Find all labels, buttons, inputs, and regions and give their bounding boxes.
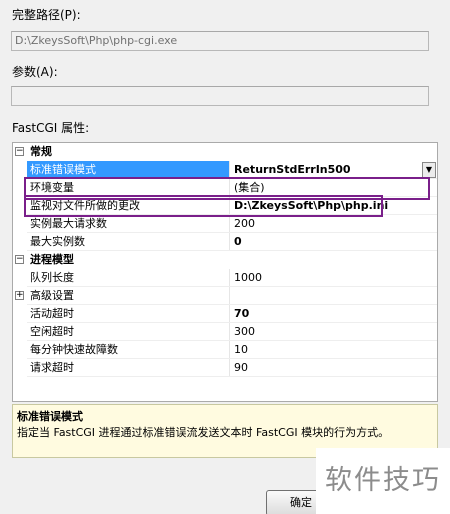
property-row[interactable]: 请求超时 90: [13, 359, 437, 377]
highlight-monitor-changes: [24, 195, 383, 217]
property-row[interactable]: 队列长度 1000: [13, 269, 437, 287]
full-path-label: 完整路径(P):: [12, 8, 81, 22]
property-value[interactable]: 10: [230, 341, 437, 359]
property-value[interactable]: 70: [230, 305, 437, 323]
property-row[interactable]: 最大实例数 0: [13, 233, 437, 251]
property-value[interactable]: [230, 287, 437, 305]
category-general[interactable]: − 常规: [13, 143, 437, 161]
property-value[interactable]: 200: [230, 215, 437, 233]
property-value[interactable]: 300: [230, 323, 437, 341]
property-row[interactable]: 空闲超时 300: [13, 323, 437, 341]
property-name: 空闲超时: [30, 325, 74, 338]
dropdown-arrow-icon[interactable]: ▼: [422, 162, 436, 178]
property-name: 请求超时: [30, 361, 74, 374]
property-row[interactable]: 活动超时 70: [13, 305, 437, 323]
fastcgi-properties-label: FastCGI 属性:: [12, 121, 90, 135]
category-label: 进程模型: [30, 253, 74, 266]
property-name: 活动超时: [30, 307, 74, 320]
property-name: 高级设置: [30, 289, 74, 302]
arguments-field[interactable]: [11, 86, 429, 106]
property-name: 队列长度: [30, 271, 74, 284]
description-title: 标准错误模式: [17, 410, 83, 423]
category-label: 常规: [30, 145, 52, 158]
property-name: 每分钟快速故障数: [30, 343, 118, 356]
property-row[interactable]: 每分钟快速故障数 10: [13, 341, 437, 359]
description-text: 指定当 FastCGI 进程通过标准错误流发送文本时 FastCGI 模块的行为…: [17, 426, 390, 439]
property-name: 实例最大请求数: [30, 217, 107, 230]
arguments-label: 参数(A):: [12, 65, 58, 79]
watermark-text: 软件技巧: [316, 448, 450, 514]
category-process-model[interactable]: − 进程模型: [13, 251, 437, 269]
property-name: 最大实例数: [30, 235, 85, 248]
property-row-advanced[interactable]: + 高级设置: [13, 287, 437, 305]
expand-icon[interactable]: +: [15, 291, 24, 300]
property-value[interactable]: 0: [230, 233, 437, 251]
collapse-icon[interactable]: −: [15, 147, 24, 156]
property-row[interactable]: 实例最大请求数 200: [13, 215, 437, 233]
full-path-field[interactable]: D:\ZkeysSoft\Php\php-cgi.exe: [11, 31, 429, 51]
collapse-icon[interactable]: −: [15, 255, 24, 264]
property-value[interactable]: 90: [230, 359, 437, 377]
property-value[interactable]: 1000: [230, 269, 437, 287]
